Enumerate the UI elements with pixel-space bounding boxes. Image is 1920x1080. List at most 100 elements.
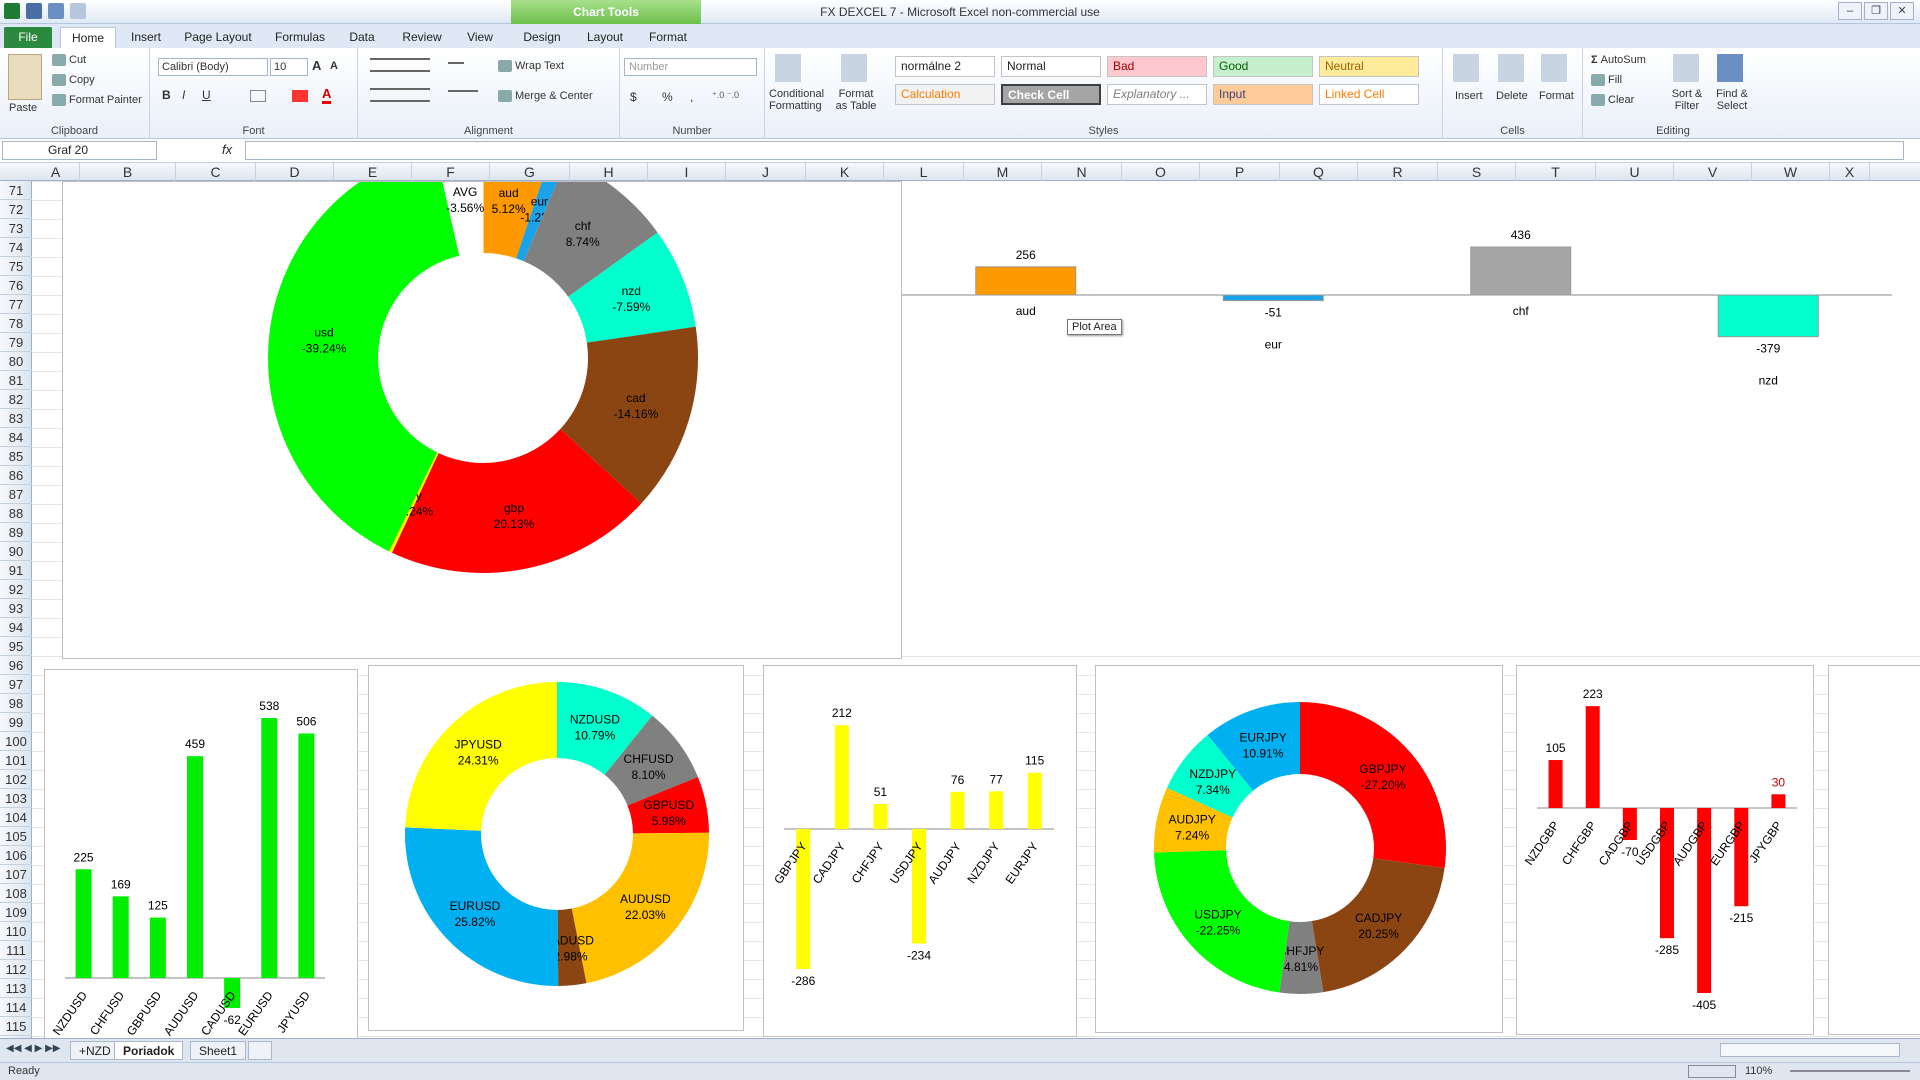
find-select-button[interactable]: Find & Select — [1711, 88, 1753, 112]
row-header-77[interactable]: 77 — [0, 295, 32, 314]
row-header-94[interactable]: 94 — [0, 618, 32, 637]
row-header-91[interactable]: 91 — [0, 561, 32, 580]
grow-font-button[interactable]: A — [312, 58, 321, 73]
restore-icon[interactable]: ❐ — [1864, 2, 1888, 20]
column-header-R[interactable]: R — [1358, 163, 1438, 181]
style-normalne-2[interactable]: normálne 2 — [895, 56, 995, 77]
style-calculation[interactable]: Calculation — [895, 84, 995, 105]
row-header-100[interactable]: 100 — [0, 732, 32, 751]
row-header-93[interactable]: 93 — [0, 599, 32, 618]
row-header-103[interactable]: 103 — [0, 789, 32, 808]
column-header-L[interactable]: L — [884, 163, 964, 181]
column-header-O[interactable]: O — [1122, 163, 1200, 181]
style-linked-cell[interactable]: Linked Cell — [1319, 84, 1419, 105]
vertical-align-icons[interactable] — [370, 58, 430, 72]
column-header-W[interactable]: W — [1752, 163, 1830, 181]
font-color-icon[interactable]: A — [322, 86, 332, 104]
tab-insert[interactable]: Insert — [122, 27, 170, 48]
row-header-74[interactable]: 74 — [0, 238, 32, 257]
style-explanatory[interactable]: Explanatory ... — [1107, 84, 1207, 105]
row-header-96[interactable]: 96 — [0, 656, 32, 675]
row-header-114[interactable]: 114 — [0, 998, 32, 1017]
style-input[interactable]: Input — [1213, 84, 1313, 105]
column-header-V[interactable]: V — [1674, 163, 1752, 181]
fill-color-icon[interactable] — [292, 90, 308, 102]
orientation-icon[interactable] — [448, 62, 464, 72]
horizontal-scrollbar[interactable] — [1720, 1043, 1900, 1057]
format-painter-button[interactable]: Format Painter — [52, 94, 142, 107]
row-header-82[interactable]: 82 — [0, 390, 32, 409]
column-header-D[interactable]: D — [256, 163, 334, 181]
minimize-icon[interactable]: – — [1838, 2, 1862, 20]
column-header-U[interactable]: U — [1596, 163, 1674, 181]
row-header-75[interactable]: 75 — [0, 257, 32, 276]
binoculars-icon[interactable] — [1717, 54, 1743, 82]
currency-button[interactable]: $ — [630, 90, 637, 104]
column-header-I[interactable]: I — [648, 163, 726, 181]
row-header-86[interactable]: 86 — [0, 466, 32, 485]
style-check-cell[interactable]: Check Cell — [1001, 84, 1101, 105]
sheet-tab-sheet1[interactable]: Sheet1 — [190, 1041, 247, 1060]
row-header-99[interactable]: 99 — [0, 713, 32, 732]
column-header-H[interactable]: H — [570, 163, 648, 181]
tab-page-layout[interactable]: Page Layout — [178, 27, 258, 48]
format-as-table-button[interactable]: Format as Table — [835, 88, 877, 112]
row-header-88[interactable]: 88 — [0, 504, 32, 523]
insert-function-icon[interactable]: fx — [222, 142, 232, 157]
column-header-K[interactable]: K — [806, 163, 884, 181]
formula-input[interactable] — [245, 141, 1904, 160]
row-header-79[interactable]: 79 — [0, 333, 32, 352]
tab-design[interactable]: Design — [518, 27, 566, 48]
number-format-select[interactable]: Number — [624, 58, 757, 76]
row-header-89[interactable]: 89 — [0, 523, 32, 542]
row-header-87[interactable]: 87 — [0, 485, 32, 504]
row-header-101[interactable]: 101 — [0, 751, 32, 770]
format-button[interactable]: Format — [1539, 90, 1574, 102]
row-header-72[interactable]: 72 — [0, 200, 32, 219]
row-header-92[interactable]: 92 — [0, 580, 32, 599]
chart-usd-donut[interactable]: NZDUSD 10.79% CHFUSD 8.10% GBPUSD 5.98% AUDUSD… — [368, 665, 744, 1031]
bold-button[interactable]: B — [162, 88, 171, 102]
format-table-icon[interactable] — [841, 54, 867, 82]
row-header-83[interactable]: 83 — [0, 409, 32, 428]
close-icon[interactable]: ✕ — [1890, 2, 1914, 20]
row-header-104[interactable]: 104 — [0, 808, 32, 827]
format-cells-icon[interactable] — [1541, 54, 1567, 82]
tab-home[interactable]: Home — [60, 27, 116, 48]
row-header-84[interactable]: 84 — [0, 428, 32, 447]
row-header-106[interactable]: 106 — [0, 846, 32, 865]
row-header-108[interactable]: 108 — [0, 884, 32, 903]
tab-review[interactable]: Review — [394, 27, 450, 48]
column-header-N[interactable]: N — [1042, 163, 1122, 181]
fill-button[interactable]: Fill — [1591, 74, 1622, 87]
indent-icons[interactable] — [448, 90, 478, 100]
font-size-select[interactable]: 10 — [270, 58, 308, 76]
copy-button[interactable]: Copy — [52, 74, 95, 87]
row-header-115[interactable]: 115 — [0, 1017, 32, 1036]
insert-cells-icon[interactable] — [1453, 54, 1479, 82]
decimal-buttons[interactable]: ⁺.0 ⁻.0 — [712, 90, 739, 101]
chart-usd-bar[interactable]: 225 NZDUSD 169 CHFUSD 125 GBPUSD 459 AUDUSD -62 C… — [44, 669, 358, 1038]
sheet-tab-poriadok[interactable]: Poriadok — [114, 1041, 184, 1060]
sheet-nav-arrows[interactable]: ◀◀ ◀ ▶ ▶▶ — [6, 1043, 60, 1054]
row-header-85[interactable]: 85 — [0, 447, 32, 466]
tab-layout[interactable]: Layout — [580, 27, 630, 48]
column-header-G[interactable]: G — [490, 163, 570, 181]
conditional-formatting-button[interactable]: Conditional Formatting — [769, 88, 824, 112]
column-header-X[interactable]: X — [1830, 163, 1870, 181]
row-header-109[interactable]: 109 — [0, 903, 32, 922]
tab-data[interactable]: Data — [340, 27, 384, 48]
font-name-select[interactable]: Calibri (Body) — [158, 58, 268, 76]
chart-jpy-donut[interactable]: GBPJPY -27.20% CADJPY 20.25% CHFJPY 4.81% USDJ… — [1095, 665, 1503, 1033]
chart-jpy-bar[interactable]: -286 GBPJPY 212 CADJPY 51 CHFJPY -234 USDJPY 76 A… — [763, 665, 1077, 1037]
underline-button[interactable]: U — [202, 88, 211, 102]
column-header-C[interactable]: C — [176, 163, 256, 181]
zoom-level[interactable]: 110% — [1745, 1065, 1772, 1077]
zoom-slider[interactable] — [1790, 1070, 1910, 1072]
percent-button[interactable]: % — [662, 90, 673, 104]
worksheet-grid[interactable]: aud 5.12% eur -1.22% chf 8.74% nzd -7.59% cad -14… — [32, 181, 1920, 1038]
autosum-button[interactable]: Σ AutoSum — [1591, 54, 1646, 66]
row-header-98[interactable]: 98 — [0, 694, 32, 713]
chart-gbp-bar[interactable]: 105 NZDGBP 223 CHFGBP -70 CADGBP -285 USDGBP -40… — [1516, 665, 1814, 1035]
row-header-95[interactable]: 95 — [0, 637, 32, 656]
